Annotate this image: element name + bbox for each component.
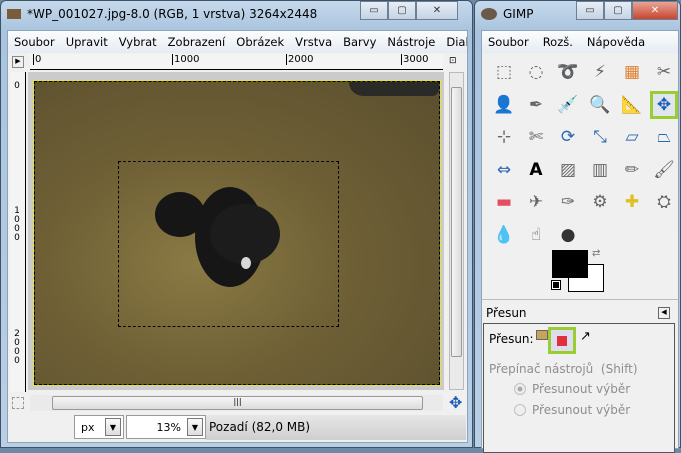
tool-heal-icon[interactable]: ✚	[618, 188, 646, 216]
ruler-label: 2000	[286, 54, 314, 65]
foreground-color[interactable]	[552, 250, 588, 278]
tool-flip-icon[interactable]: ⇔	[490, 156, 518, 184]
menu-dialogy[interactable]: Dialo	[446, 35, 467, 49]
radio-label: Přesunout výběr	[532, 403, 631, 417]
tool-shear-icon[interactable]: ▱	[618, 123, 646, 151]
horizontal-ruler: 0 1000 2000 3000	[30, 54, 443, 70]
selection-marquee	[118, 161, 339, 327]
move-nav-icon[interactable]: ✥	[449, 393, 462, 412]
tool-bucket-fill-icon[interactable]: ▨	[554, 156, 582, 184]
radio-option-2[interactable]: Přesunout výběr	[514, 403, 630, 417]
tool-free-select-icon[interactable]: ➰	[554, 58, 582, 86]
move-selection-button[interactable]	[548, 327, 576, 354]
tool-perspective-clone-icon[interactable]: ⛭	[650, 188, 678, 216]
maximize-button[interactable]: ▢	[604, 1, 632, 20]
tool-perspective-icon[interactable]: ⏢	[650, 123, 678, 151]
tool-ellipse-select-icon[interactable]: ◌	[522, 58, 550, 86]
navigate-button[interactable]: ⊡	[449, 56, 461, 68]
unit-select[interactable]: px ▼	[74, 415, 124, 439]
window-title: *WP_001027.jpg-8.0 (RGB, 1 vrstva) 3264x…	[27, 7, 318, 21]
ruler-label: 0	[14, 81, 20, 91]
move-layer-icon[interactable]	[536, 330, 548, 340]
tool-crop-icon[interactable]: ✄	[522, 123, 550, 151]
h-scrollbar[interactable]: |||	[30, 395, 443, 411]
tool-blend-icon[interactable]: ▥	[586, 156, 614, 184]
minimize-button[interactable]: ▭	[360, 1, 388, 20]
toolbox-window: GIMP ▭ ▢ ✕ Soubor Rozš. Nápověda ⬚ ◌ ➰ ⚡ ▦ ✂ 👤…	[474, 0, 681, 453]
minimize-button[interactable]: ▭	[576, 1, 604, 20]
tool-blur-icon[interactable]: 💧	[490, 221, 518, 249]
gimp-logo-icon	[481, 8, 497, 20]
status-bar: Pozadí (82,0 MB)	[206, 415, 466, 440]
menu-nastroje[interactable]: Nástroje	[387, 35, 435, 49]
tool-foreground-select-icon[interactable]: 👤	[490, 91, 518, 119]
tool-zoom-icon[interactable]: 🔍	[586, 91, 614, 119]
default-colors-icon[interactable]	[551, 280, 561, 290]
tool-select-by-color-icon[interactable]: ▦	[618, 58, 646, 86]
tool-paintbrush-icon[interactable]: 🖌	[650, 156, 678, 184]
chevron-down-icon[interactable]: ▼	[187, 418, 203, 436]
radio-label: Přesunout výběr	[532, 382, 631, 396]
swap-colors-icon[interactable]: ⇄	[592, 248, 600, 259]
menu-soubor[interactable]: Soubor	[14, 35, 55, 49]
window-title: GIMP	[503, 7, 534, 21]
toggle-selection-button[interactable]	[12, 397, 24, 409]
tool-ink-icon[interactable]: ✑	[554, 188, 582, 216]
menu-barvy[interactable]: Barvy	[343, 35, 376, 49]
menu-obrazek[interactable]: Obrázek	[236, 35, 284, 49]
tool-fuzzy-select-icon[interactable]: ⚡	[586, 58, 614, 86]
quick-mask-toggle[interactable]: ▶	[12, 56, 24, 68]
tool-move-icon[interactable]: ✥	[650, 90, 678, 119]
options-title: Přesun	[486, 306, 527, 320]
tool-align-icon[interactable]: ⊹	[490, 123, 518, 151]
move-path-icon[interactable]: ↗	[580, 329, 591, 344]
tool-rect-select-icon[interactable]: ⬚	[490, 58, 518, 86]
unit-value: px	[81, 420, 95, 434]
radio-option-1[interactable]: Přesunout výběr	[514, 382, 630, 396]
menu-vybrat[interactable]: Vybrat	[119, 35, 157, 49]
image-icon	[7, 9, 21, 19]
move-label: Přesun:	[489, 332, 534, 346]
v-scrollbar[interactable]	[449, 72, 464, 390]
tool-pencil-icon[interactable]: ✏	[618, 156, 646, 184]
menu-vrstva[interactable]: Vrstva	[295, 35, 332, 49]
ruler-label: 3000	[401, 54, 429, 65]
tool-text-icon[interactable]: A	[522, 156, 550, 184]
zoom-value: 13%	[156, 420, 181, 434]
ruler-label: 1000	[172, 54, 200, 65]
tool-scale-icon[interactable]: ⤡	[586, 123, 614, 151]
menubar: Soubor Upravit Vybrat Zobrazení Obrázek …	[8, 31, 467, 53]
close-button[interactable]: ✕	[632, 1, 678, 20]
menu-zobrazeni[interactable]: Zobrazení	[168, 35, 226, 49]
tool-scissors-icon[interactable]: ✂	[650, 58, 678, 86]
tool-dodge-burn-icon[interactable]: ●	[554, 221, 582, 249]
ruler-label: 0	[33, 54, 42, 65]
menu-napoveda[interactable]: Nápověda	[587, 35, 645, 49]
vertical-ruler: 0 1000 2000	[10, 72, 26, 392]
tool-options-panel: Přesun: ↗ Přepínač nástrojů (Shift) Přes…	[483, 323, 675, 453]
ruler-label: 1000	[14, 206, 20, 243]
tool-airbrush-icon[interactable]: ✈	[522, 188, 550, 216]
tool-measure-icon[interactable]: 📐	[618, 91, 646, 119]
tool-toggle-label: Přepínač nástrojů (Shift)	[489, 362, 638, 376]
menu-rozsireni[interactable]: Rozš.	[543, 35, 573, 49]
tool-color-picker-icon[interactable]: 💉	[554, 91, 582, 119]
close-button[interactable]: ✕	[416, 1, 458, 20]
zoom-select[interactable]: 13% ▼	[126, 415, 206, 439]
tool-paths-icon[interactable]: ✒	[522, 91, 550, 119]
menu-soubor[interactable]: Soubor	[488, 35, 529, 49]
panel-menu-button[interactable]: ◀	[658, 307, 670, 319]
tool-clone-icon[interactable]: ⚙	[586, 188, 614, 216]
chevron-down-icon[interactable]: ▼	[105, 418, 121, 436]
tool-smudge-icon[interactable]: ☝	[522, 221, 550, 249]
maximize-button[interactable]: ▢	[388, 1, 416, 20]
image-window: *WP_001027.jpg-8.0 (RGB, 1 vrstva) 3264x…	[0, 0, 473, 448]
menu-upravit[interactable]: Upravit	[66, 35, 108, 49]
tool-rotate-icon[interactable]: ⟳	[554, 123, 582, 151]
tool-eraser-icon[interactable]: ▬	[490, 188, 518, 216]
ruler-label: 2000	[14, 329, 20, 366]
